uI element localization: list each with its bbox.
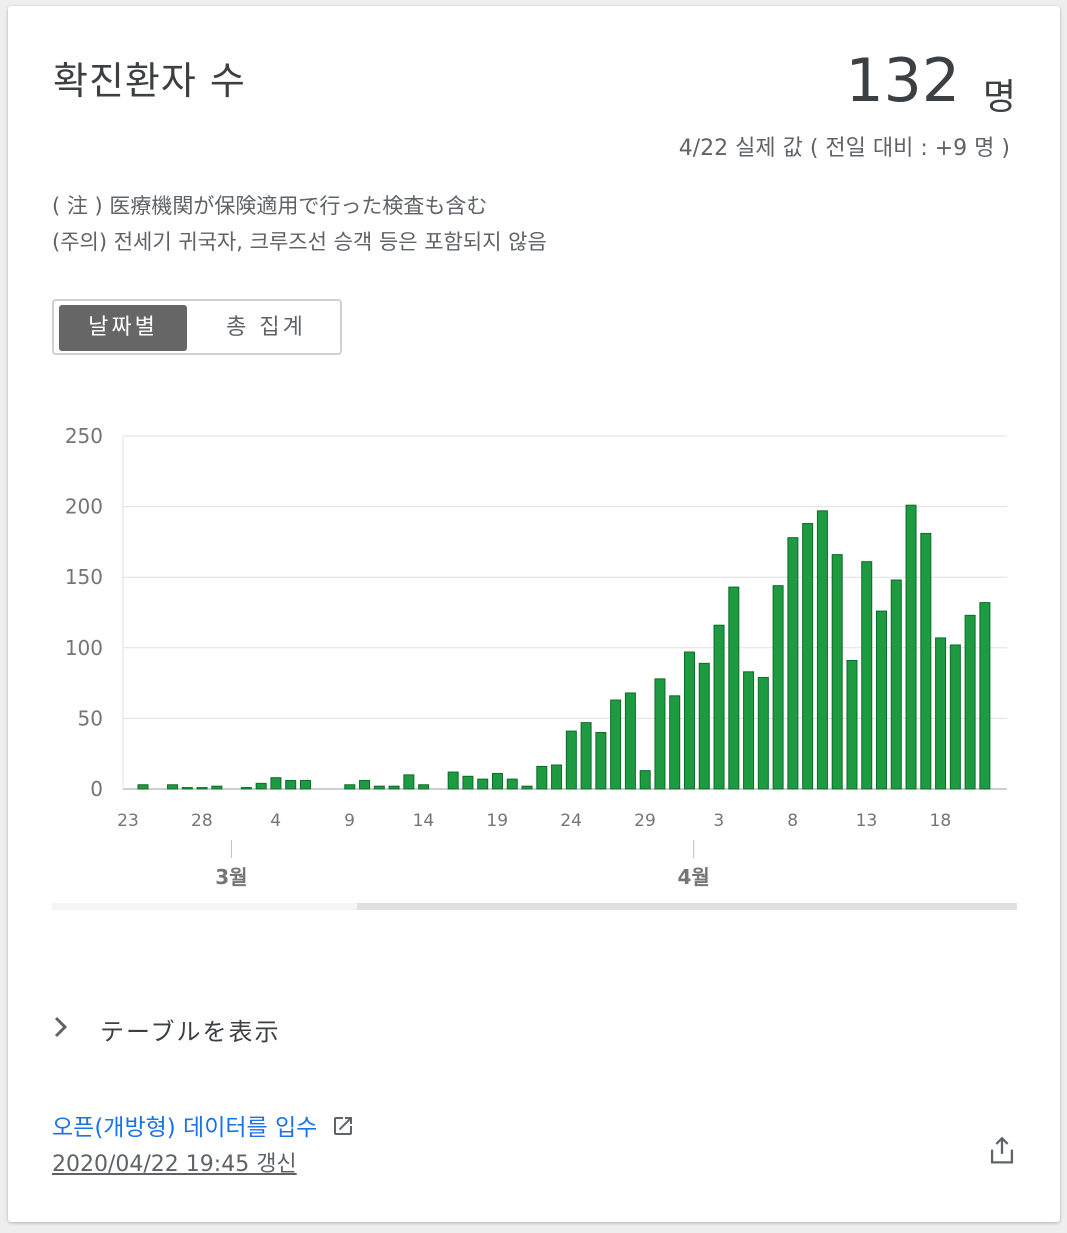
x-tick-label: 24 [560,811,582,831]
bar[interactable] [979,602,991,790]
y-tick-label: 100 [65,636,103,660]
chevron-right-icon [52,1014,72,1047]
scroll-thumb[interactable] [357,903,1017,910]
updated-timestamp[interactable]: 2020/04/22 19:45 갱신 [52,1146,297,1178]
bar[interactable] [698,662,710,790]
x-tick-label: 19 [486,811,508,831]
bar[interactable] [669,695,681,790]
external-link-icon [333,1117,352,1135]
bar[interactable] [270,777,282,790]
bar[interactable] [536,765,548,790]
x-tick-label: 14 [413,811,435,831]
month-label: 3월 [215,865,247,889]
y-tick-label: 50 [78,706,103,730]
bar[interactable] [683,651,695,790]
bar[interactable] [403,774,415,790]
bar[interactable] [359,780,371,790]
bar[interactable] [861,561,873,790]
x-tick-label: 28 [191,811,213,831]
bar[interactable] [477,778,489,790]
x-tick-label: 18 [930,811,952,831]
bar[interactable] [890,579,902,790]
bar[interactable] [964,614,976,790]
bar[interactable] [639,770,651,790]
bar[interactable] [506,778,518,790]
bar[interactable] [580,722,592,790]
x-tick-label: 8 [787,811,798,831]
bar[interactable] [299,780,311,790]
bar[interactable] [949,644,961,790]
bar[interactable] [816,510,828,790]
bar[interactable] [876,610,887,790]
bar[interactable] [447,771,459,790]
bar[interactable] [551,764,563,790]
share-icon[interactable] [985,1134,1019,1168]
y-tick-label: 150 [65,565,103,589]
bar[interactable] [240,787,252,790]
y-tick-label: 250 [65,424,103,448]
bar[interactable] [743,671,755,790]
bar[interactable] [181,787,193,790]
bar[interactable] [728,586,740,790]
bar[interactable] [373,785,385,790]
bar[interactable] [935,637,947,790]
bar[interactable] [285,780,297,790]
bar[interactable] [757,676,769,790]
bar[interactable] [905,504,917,790]
bar[interactable] [846,660,858,790]
bar[interactable] [920,532,932,790]
bar[interactable] [713,624,725,790]
month-label: 4월 [678,865,710,889]
bar[interactable] [565,730,577,790]
bar[interactable] [211,785,223,790]
x-tick-label: 9 [344,811,355,831]
bar[interactable] [624,692,636,790]
bar[interactable] [137,784,149,790]
y-tick-label: 0 [90,777,103,801]
bar[interactable] [167,784,179,790]
y-tick-label: 200 [65,495,103,519]
bar-chart: 0 50 100 150 200 250 23 28 4 9 14 19 24 29 3 8 13 18 3월 4월 [52,424,1017,910]
bar[interactable] [654,678,666,790]
bar[interactable] [388,785,400,790]
bar[interactable] [521,785,533,790]
open-data-label: 오픈(개방형) 데이터를 입수 [52,1115,318,1141]
bar[interactable] [595,732,607,790]
bar[interactable] [802,523,814,790]
bar[interactable] [196,787,208,790]
bar[interactable] [491,772,503,790]
show-table-toggle[interactable]: テーブルを表示 [52,1012,281,1047]
bar[interactable] [787,537,799,790]
bar[interactable] [418,784,430,790]
show-table-label: テーブルを表示 [100,1018,281,1046]
bar[interactable] [831,554,843,790]
bar[interactable] [344,784,356,790]
bar[interactable] [610,699,622,790]
bar[interactable] [772,585,784,790]
x-tick-label: 29 [634,811,656,831]
bar[interactable] [255,782,267,790]
x-tick-label: 23 [117,811,139,831]
x-tick-label: 4 [270,811,281,831]
x-tick-label: 3 [713,811,724,831]
x-tick-label: 13 [856,811,878,831]
open-data-link[interactable]: 오픈(개방형) 데이터를 입수 [52,1108,355,1142]
bar[interactable] [462,775,474,790]
